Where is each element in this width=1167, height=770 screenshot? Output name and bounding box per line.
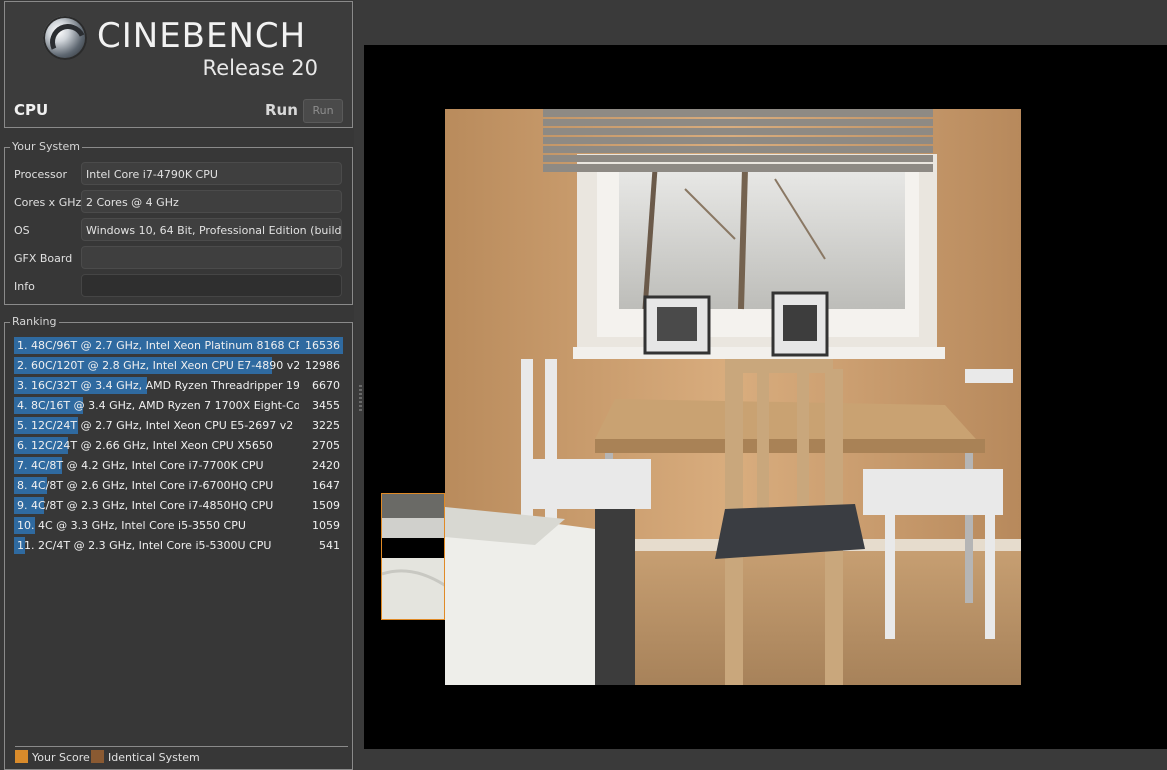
ranking-label: 5. 12C/24T @ 2.7 GHz, Intel Xeon CPU E5-… [17, 419, 294, 432]
ranking-row[interactable]: 11. 2C/4T @ 2.3 GHz, Intel Core i5-5300U… [14, 537, 343, 554]
ranking-row[interactable]: 9. 4C/8T @ 2.3 GHz, Intel Core i7-4850HQ… [14, 497, 343, 514]
ranking-score: 2420 [312, 459, 340, 472]
processor-row: Processor Intel Core i7-4790K CPU [5, 162, 352, 186]
render-output [445, 109, 1021, 685]
ranking-row[interactable]: 6. 12C/24T @ 2.66 GHz, Intel Xeon CPU X5… [14, 437, 343, 454]
gfx-row: GFX Board [5, 246, 352, 270]
rendered-scene [445, 109, 1021, 685]
cores-field[interactable]: 2 Cores @ 4 GHz [81, 190, 342, 213]
render-viewport [364, 45, 1167, 749]
splitter-grip-icon [359, 385, 362, 413]
ranking-title: Ranking [10, 315, 59, 328]
os-row: OS Windows 10, 64 Bit, Professional Edit… [5, 218, 352, 242]
ranking-score: 1509 [312, 499, 340, 512]
ranking-row[interactable]: 2. 60C/120T @ 2.8 GHz, Intel Xeon CPU E7… [14, 357, 343, 374]
info-label: Info [14, 280, 35, 293]
left-panel: CINEBENCH Release 20 CPU Run Run Your Sy… [0, 0, 354, 770]
gfx-label: GFX Board [14, 252, 73, 265]
os-field[interactable]: Windows 10, 64 Bit, Professional Edition… [81, 218, 342, 241]
ranking-row[interactable]: 7. 4C/8T @ 4.2 GHz, Intel Core i7-7700K … [14, 457, 343, 474]
run-button[interactable]: Run [303, 99, 343, 123]
ranking-row[interactable]: 1. 48C/96T @ 2.7 GHz, Intel Xeon Platinu… [14, 337, 343, 354]
logo-area: CINEBENCH Release 20 CPU Run Run [4, 1, 353, 128]
ranking-score: 6670 [312, 379, 340, 392]
info-row: Info [5, 274, 352, 298]
ranking-label: 7. 4C/8T @ 4.2 GHz, Intel Core i7-7700K … [17, 459, 264, 472]
cores-label: Cores x GHz [14, 196, 82, 209]
cores-row: Cores x GHz 2 Cores @ 4 GHz [5, 190, 352, 214]
gfx-field[interactable] [81, 246, 342, 269]
ranking-label: 2. 60C/120T @ 2.8 GHz, Intel Xeon CPU E7… [17, 359, 299, 372]
ranking-label: 4. 8C/16T @ 3.4 GHz, AMD Ryzen 7 1700X E… [17, 399, 299, 412]
app-title: CINEBENCH [97, 16, 307, 56]
os-label: OS [14, 224, 30, 237]
ranking-score: 1647 [312, 479, 340, 492]
ranking-score: 12986 [305, 359, 340, 372]
identical-system-label: Identical System [108, 751, 200, 764]
run-label: Run [265, 101, 298, 119]
ranking-row[interactable]: 10. 4C @ 3.3 GHz, Intel Core i5-3550 CPU… [14, 517, 343, 534]
ranking-row[interactable]: 5. 12C/24T @ 2.7 GHz, Intel Xeon CPU E5-… [14, 417, 343, 434]
ranking-row[interactable]: 4. 8C/16T @ 3.4 GHz, AMD Ryzen 7 1700X E… [14, 397, 343, 414]
processor-label: Processor [14, 168, 67, 181]
ranking-score: 16536 [305, 339, 340, 352]
ranking-label: 10. 4C @ 3.3 GHz, Intel Core i5-3550 CPU [17, 519, 246, 532]
ranking-row[interactable]: 8. 4C/8T @ 2.6 GHz, Intel Core i7-6700HQ… [14, 477, 343, 494]
cinema4d-logo-icon [43, 16, 87, 60]
ranking-score: 541 [319, 539, 340, 552]
identical-system-swatch [91, 750, 104, 763]
your-score-swatch [15, 750, 28, 763]
ranking-label: 9. 4C/8T @ 2.3 GHz, Intel Core i7-4850HQ… [17, 499, 274, 512]
legend-your-score: Your Score [15, 750, 90, 764]
your-score-label: Your Score [32, 751, 90, 764]
cpu-test-label: CPU [14, 101, 49, 119]
release-label: Release 20 [202, 56, 318, 80]
ranking-label: 11. 2C/4T @ 2.3 GHz, Intel Core i5-5300U… [17, 539, 272, 552]
info-field[interactable] [81, 274, 342, 297]
processor-field[interactable]: Intel Core i7-4790K CPU [81, 162, 342, 185]
your-system-title: Your System [10, 140, 82, 153]
ranking-label: 1. 48C/96T @ 2.7 GHz, Intel Xeon Platinu… [17, 339, 299, 352]
legend-divider [15, 746, 348, 747]
panel-splitter[interactable] [356, 0, 364, 770]
ranking-label: 6. 12C/24T @ 2.66 GHz, Intel Xeon CPU X5… [17, 439, 273, 452]
ranking-row[interactable]: 3. 16C/32T @ 3.4 GHz, AMD Ryzen Threadri… [14, 377, 343, 394]
your-system-group: Your System Processor Intel Core i7-4790… [4, 140, 353, 305]
legend-identical: Identical System [91, 750, 200, 764]
active-render-bucket [381, 493, 445, 620]
ranking-score: 3455 [312, 399, 340, 412]
ranking-group: Ranking 1. 48C/96T @ 2.7 GHz, Intel Xeon… [4, 315, 353, 770]
ranking-score: 2705 [312, 439, 340, 452]
ranking-label: 3. 16C/32T @ 3.4 GHz, AMD Ryzen Threadri… [17, 379, 299, 392]
ranking-score: 1059 [312, 519, 340, 532]
ranking-score: 3225 [312, 419, 340, 432]
bucket-tile [382, 494, 444, 619]
ranking-label: 8. 4C/8T @ 2.6 GHz, Intel Core i7-6700HQ… [17, 479, 274, 492]
